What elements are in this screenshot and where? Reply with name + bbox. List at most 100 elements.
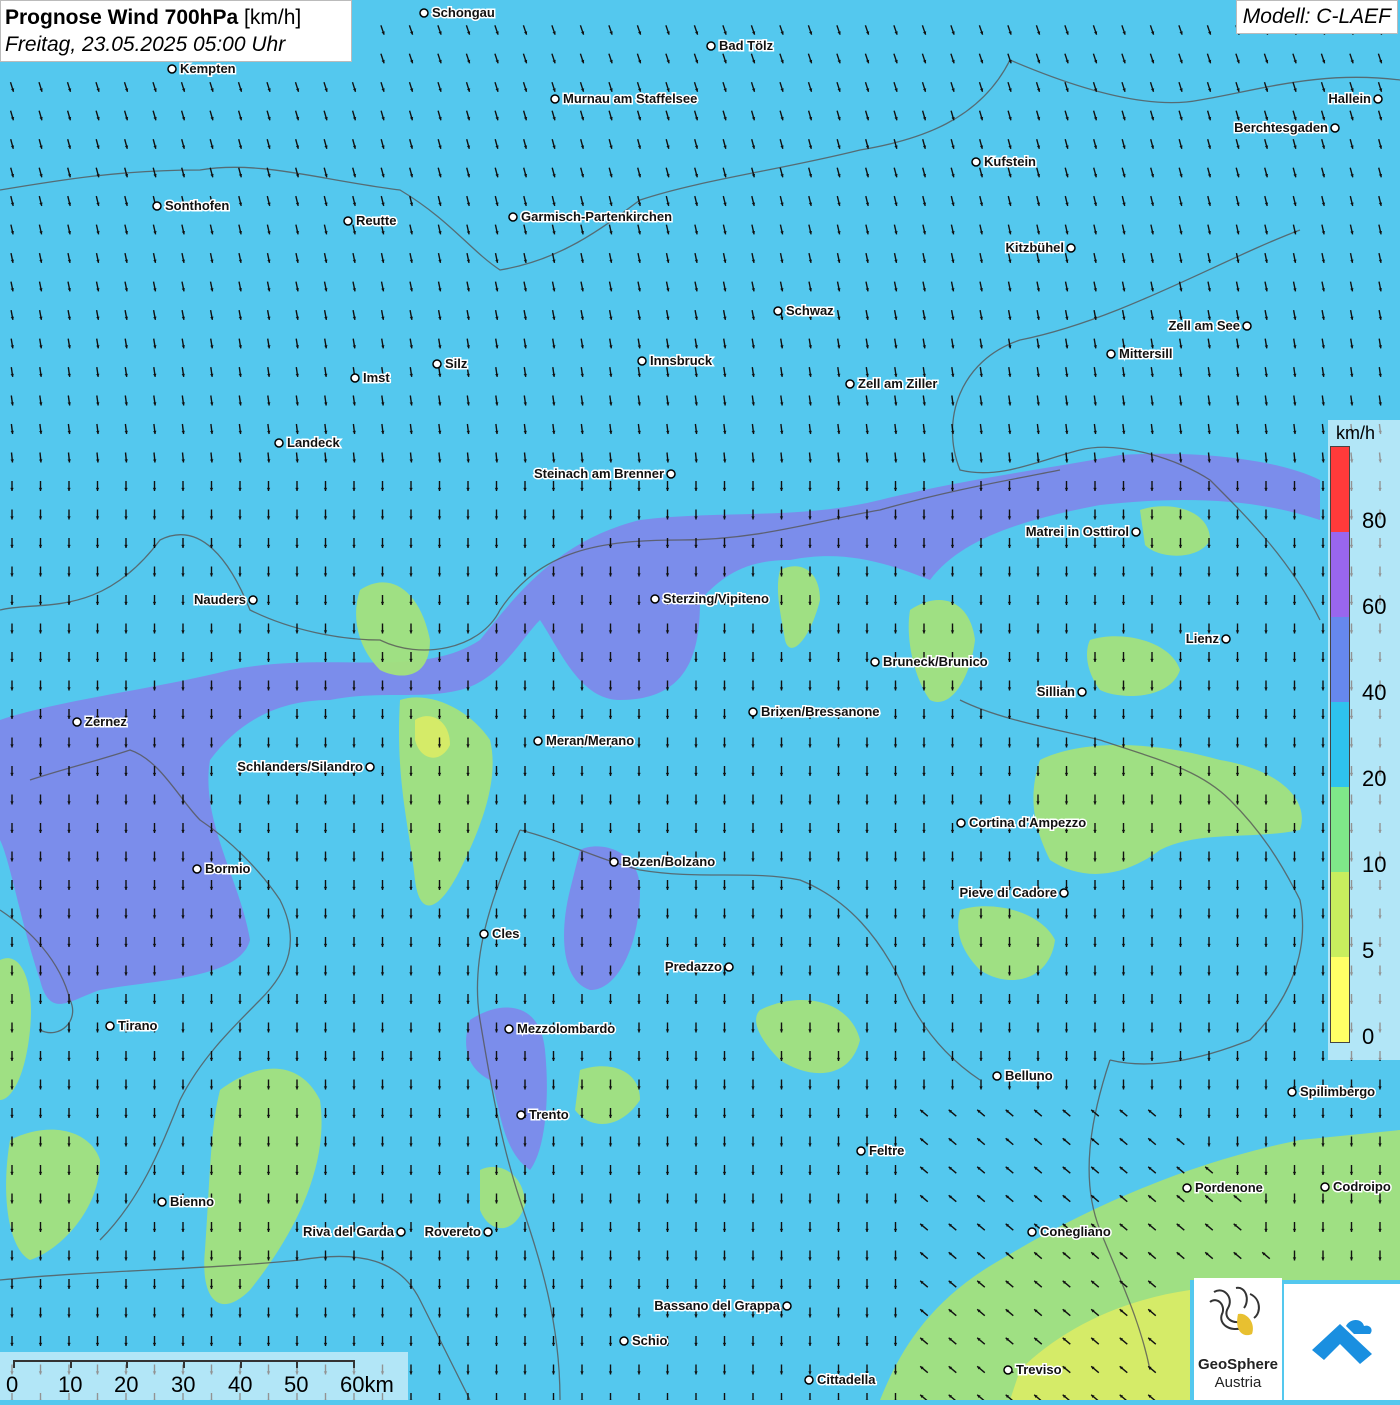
- city-marker: Mezzolombardo: [504, 1020, 617, 1038]
- city-label: Brixen/Bressanone: [761, 704, 880, 719]
- city-label: Schio: [632, 1333, 667, 1348]
- legend-segment-red: [1331, 447, 1349, 532]
- scale-label: 40: [228, 1372, 253, 1397]
- city-dot: [1320, 1182, 1330, 1192]
- city-label: Predazzo: [665, 959, 722, 974]
- city-label: Schongau: [432, 5, 495, 20]
- city-dot: [748, 707, 758, 717]
- city-dot: [1373, 94, 1383, 104]
- scale-bar: 0 10 20 30 40 50 60km: [0, 1352, 408, 1400]
- app-logo[interactable]: [1284, 1284, 1400, 1400]
- city-marker: Bruneck/Brunico: [870, 653, 989, 671]
- city-label: Kempten: [180, 61, 236, 76]
- city-dot: [666, 469, 676, 479]
- city-label: Innsbruck: [650, 353, 713, 368]
- city-label: Nauders: [194, 592, 246, 607]
- city-marker: Bozen/Bolzano: [609, 853, 717, 871]
- city-marker: Cortina d'Ampezzo: [956, 814, 1088, 832]
- scale-label: 0: [6, 1372, 19, 1397]
- city-dot: [845, 379, 855, 389]
- city-label: Kitzbühel: [1006, 240, 1065, 255]
- city-label: Treviso: [1016, 1362, 1062, 1377]
- city-marker: Bassano del Grappa: [653, 1297, 792, 1315]
- geosphere-name: GeoSphere: [1197, 1356, 1279, 1373]
- city-dot: [152, 201, 162, 211]
- map-title-unit: [km/h]: [244, 6, 302, 29]
- legend-tick-20: 20: [1362, 766, 1387, 791]
- city-dot: [1242, 321, 1252, 331]
- city-label: Spilimbergo: [1300, 1084, 1375, 1099]
- city-dot: [1106, 349, 1116, 359]
- scale-tick: [13, 1360, 15, 1368]
- city-marker: Riva del Garda: [301, 1223, 406, 1241]
- legend-segment-yellow: [1331, 957, 1349, 1042]
- city-marker: Zell am See: [1167, 317, 1252, 335]
- legend-tick-60: 60: [1362, 594, 1387, 619]
- city-dot: [971, 157, 981, 167]
- city-label: Bruneck/Brunico: [883, 654, 988, 669]
- legend-unit: km/h: [1336, 423, 1376, 443]
- city-marker: Schlanders/Silandro: [236, 758, 375, 776]
- scale-tick: [240, 1360, 242, 1368]
- city-dot: [533, 736, 543, 746]
- title-box: Prognose Wind 700hPa [km/h] Freitag, 23.…: [0, 0, 352, 62]
- city-marker: Matrei in Osttirol: [1024, 523, 1141, 541]
- city-label: Belluno: [1005, 1068, 1053, 1083]
- city-label: Landeck: [287, 435, 341, 450]
- city-dot: [1059, 888, 1069, 898]
- city-marker: Brixen/Bressanone: [748, 703, 881, 721]
- city-marker: Zell am Ziller: [845, 375, 939, 393]
- city-label: Bozen/Bolzano: [622, 854, 715, 869]
- city-label: Garmisch-Partenkirchen: [521, 209, 672, 224]
- city-label: Steinach am Brenner: [534, 466, 664, 481]
- city-label: Pieve di Cadore: [959, 885, 1057, 900]
- city-dot: [419, 8, 429, 18]
- city-label: Cles: [492, 926, 519, 941]
- city-marker: Pordenone: [1182, 1179, 1264, 1197]
- city-dot: [1221, 634, 1231, 644]
- city-dot: [992, 1071, 1002, 1081]
- scale-tick: [70, 1360, 72, 1368]
- geosphere-logo[interactable]: GeoSphere Austria: [1194, 1278, 1282, 1400]
- city-dot: [343, 216, 353, 226]
- city-label: Sonthofen: [165, 198, 229, 213]
- city-dot: [1182, 1183, 1192, 1193]
- city-label: Sillian: [1037, 684, 1075, 699]
- city-dot: [105, 1021, 115, 1031]
- city-marker: Spilimbergo: [1287, 1083, 1377, 1101]
- app-cloud-arrow-icon: [1312, 1320, 1372, 1364]
- legend-tick-0: 0: [1362, 1024, 1375, 1049]
- city-dot: [274, 438, 284, 448]
- city-marker: Garmisch-Partenkirchen: [508, 208, 674, 226]
- city-dot: [650, 594, 660, 604]
- city-dot: [870, 657, 880, 667]
- city-dot: [248, 595, 258, 605]
- legend-color-bar: [1330, 446, 1350, 1043]
- city-label: Cittadella: [817, 1372, 876, 1387]
- city-label: Hallein: [1328, 91, 1371, 106]
- city-label: Sterzing/Vipiteno: [663, 591, 769, 606]
- city-marker: Berchtesgaden: [1233, 119, 1340, 137]
- city-dot: [1131, 527, 1141, 537]
- city-label: Schwaz: [786, 303, 834, 318]
- color-legend: km/h 80 60 40 20 10 5 0: [1328, 420, 1400, 1060]
- city-label: Zernez: [85, 714, 127, 729]
- city-dot: [619, 1336, 629, 1346]
- scale-label: 20: [114, 1372, 139, 1397]
- legend-tick-40: 40: [1362, 680, 1387, 705]
- city-dot: [1287, 1087, 1297, 1097]
- scale-tick: [296, 1360, 298, 1368]
- city-label: Lienz: [1186, 631, 1220, 646]
- city-label: Bassano del Grappa: [654, 1298, 780, 1313]
- city-label: Mezzolombardo: [517, 1021, 615, 1036]
- city-label: Codroipo: [1333, 1179, 1391, 1194]
- city-dot: [432, 359, 442, 369]
- city-dot: [724, 962, 734, 972]
- city-label: Bad Tölz: [719, 38, 774, 53]
- city-dot: [856, 1146, 866, 1156]
- city-label: Tirano: [118, 1018, 158, 1033]
- city-dot: [609, 857, 619, 867]
- city-marker: Meran/Merano: [533, 732, 636, 750]
- city-dot: [516, 1110, 526, 1120]
- scale-tick: [353, 1360, 355, 1368]
